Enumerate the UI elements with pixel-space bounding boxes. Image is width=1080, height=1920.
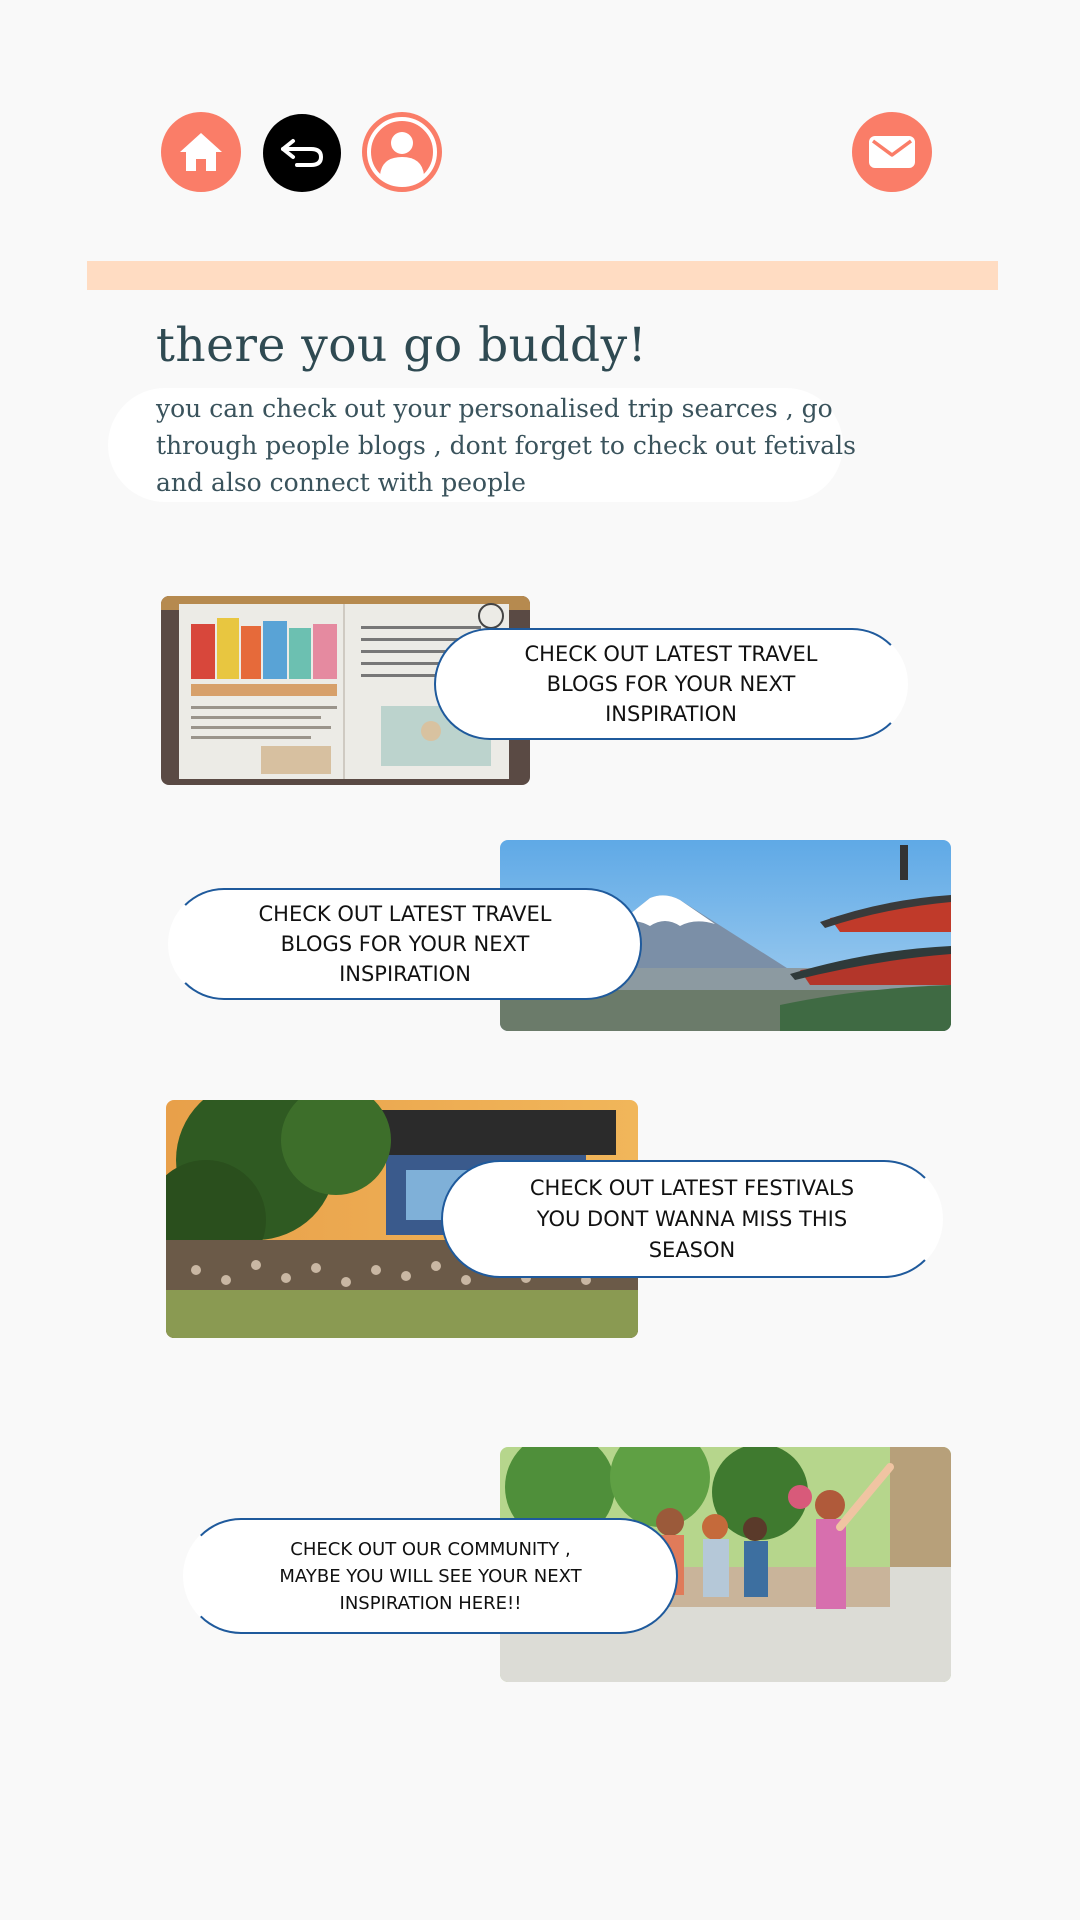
cta-label: CHECK OUT OUR COMMUNITY , MAYBE YOU WILL…: [279, 1538, 582, 1614]
page-title: there you go buddy!: [156, 318, 648, 373]
accent-divider: [87, 261, 998, 290]
back-button[interactable]: [263, 114, 341, 192]
user-profile-icon: [367, 117, 437, 187]
back-arrow-icon: [281, 139, 324, 167]
community-cta-button[interactable]: CHECK OUT OUR COMMUNITY , MAYBE YOU WILL…: [183, 1518, 678, 1634]
mail-icon: [869, 136, 915, 168]
home-button[interactable]: [161, 112, 241, 192]
travel-blogs-cta-button-2[interactable]: CHECK OUT LATEST TRAVEL BLOGS FOR YOUR N…: [168, 888, 642, 1000]
festivals-cta-button[interactable]: CHECK OUT LATEST FESTIVALS YOU DONT WANN…: [441, 1160, 943, 1278]
profile-button[interactable]: [362, 112, 442, 192]
travel-blogs-cta-button[interactable]: CHECK OUT LATEST TRAVEL BLOGS FOR YOUR N…: [434, 628, 908, 740]
cta-label: CHECK OUT LATEST TRAVEL BLOGS FOR YOUR N…: [524, 642, 818, 726]
intro-text: you can check out your personalised trip…: [156, 394, 856, 497]
cta-label: CHECK OUT LATEST FESTIVALS YOU DONT WANN…: [529, 1175, 855, 1262]
mail-button[interactable]: [852, 112, 932, 192]
cta-label: CHECK OUT LATEST TRAVEL BLOGS FOR YOUR N…: [258, 902, 552, 986]
home-icon: [180, 133, 222, 171]
